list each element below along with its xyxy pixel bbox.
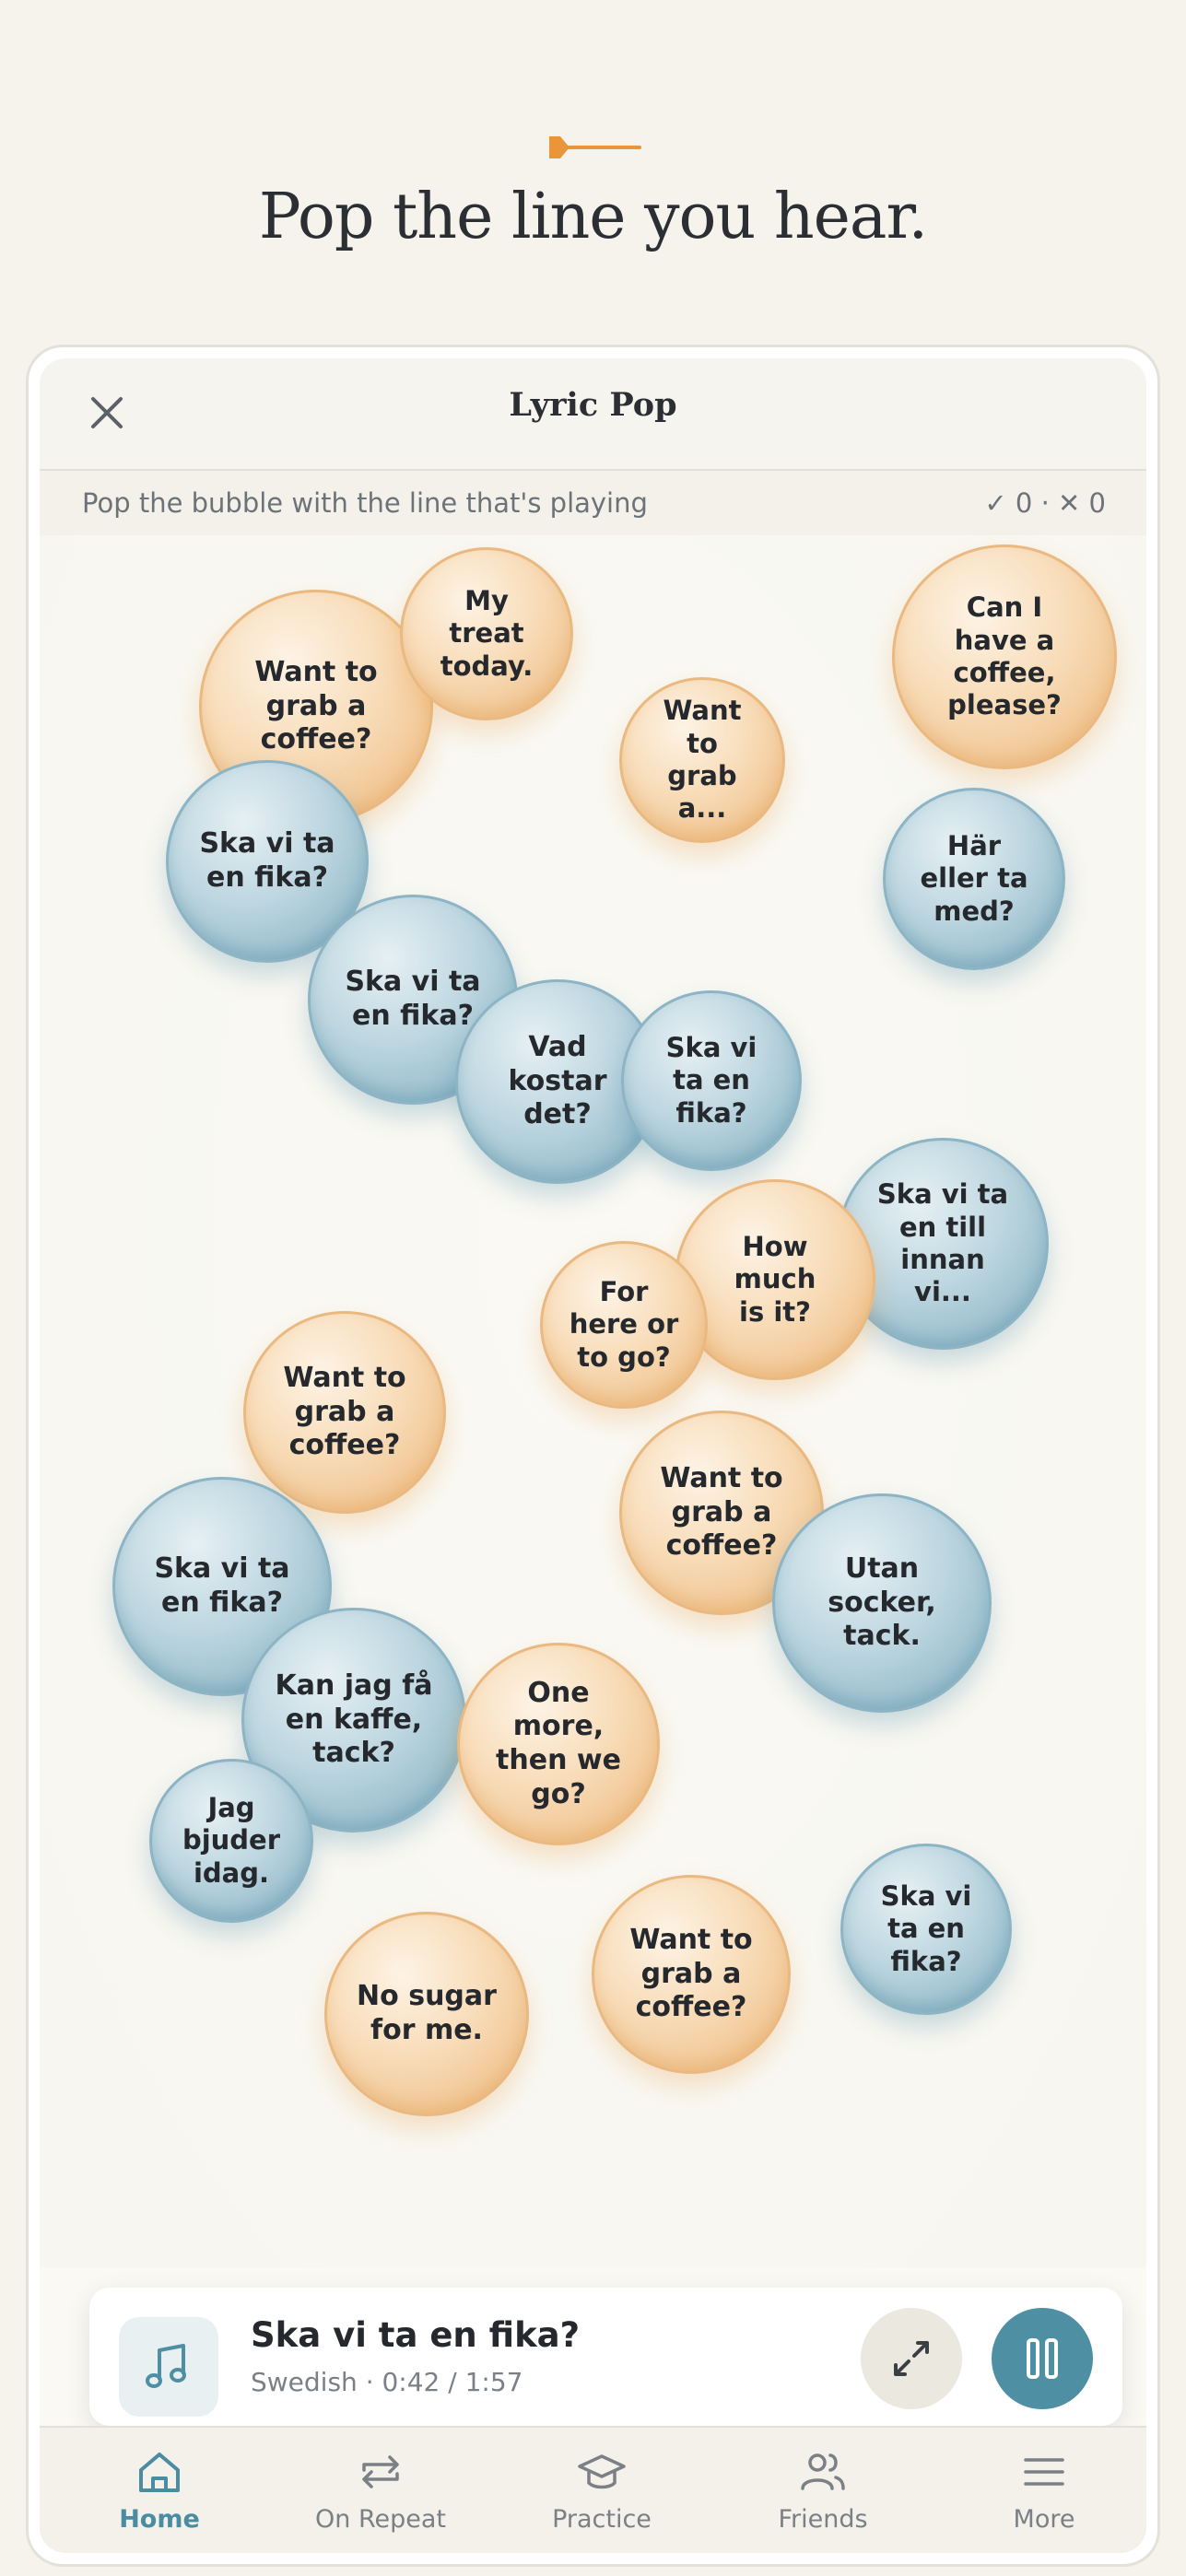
bubble-label: Här eller ta med? — [920, 829, 1028, 927]
bubble-label: Utan socker, tack. — [828, 1552, 936, 1653]
tab-label: Practice — [552, 2505, 652, 2534]
instruction-bar: Pop the bubble with the line that's play… — [40, 471, 1146, 535]
bubble-label: Want to grab a coffee? — [629, 1924, 753, 2024]
tab-label: Friends — [778, 2505, 868, 2534]
bubble-label: Vad kostar det? — [508, 1031, 607, 1131]
lyric-bubble[interactable]: Want to grab a coffee? — [243, 1311, 446, 1514]
tab-label: More — [1013, 2505, 1075, 2534]
tab-label: On Repeat — [315, 2505, 446, 2534]
bottom-tab-bar: Home On Repeat Practice Friends More — [40, 2426, 1146, 2553]
tab-practice[interactable]: Practice — [510, 2444, 694, 2534]
home-icon — [139, 2453, 180, 2492]
app-screen: Lyric Pop Pop the bubble with the line t… — [40, 358, 1146, 2553]
bubble-label: Ska vi ta en fika? — [665, 1031, 757, 1129]
lyric-bubble[interactable]: Want to grab a... — [619, 677, 785, 843]
lyric-bubble[interactable]: No sugar for me. — [324, 1912, 529, 2116]
tab-on-repeat[interactable]: On Repeat — [288, 2444, 473, 2534]
now-playing-card[interactable]: Ska vi ta en fika? Swedish · 0:42 / 1:57 — [89, 2288, 1122, 2426]
tab-friends[interactable]: Friends — [731, 2444, 915, 2534]
lyric-bubble[interactable]: Här eller ta med? — [883, 788, 1065, 970]
pause-icon — [1027, 2338, 1058, 2379]
lyric-bubble[interactable]: Want to grab a coffee? — [592, 1875, 791, 2074]
tab-home[interactable]: Home — [67, 2444, 252, 2534]
game-title: Lyric Pop — [509, 386, 677, 424]
graduation-cap-icon — [578, 2454, 626, 2489]
lyric-bubble[interactable]: Ska vi ta en fika? — [621, 990, 802, 1171]
lyric-bubble[interactable]: Utan socker, tack. — [772, 1493, 992, 1713]
bubble-label: One more, then we go? — [496, 1676, 621, 1810]
repeat-icon — [362, 2455, 399, 2488]
menu-icon — [1024, 2458, 1064, 2486]
bubble-label: Want to grab a coffee? — [283, 1362, 406, 1462]
expand-button[interactable] — [861, 2308, 962, 2409]
bubble-label: No sugar for me. — [357, 1980, 497, 2046]
play-line-icon — [549, 136, 641, 158]
bubble-label: Ska vi ta en fika? — [154, 1552, 290, 1619]
lyric-bubble[interactable]: One more, then we go? — [457, 1643, 660, 1845]
lyric-bubble[interactable]: How much is it? — [675, 1179, 875, 1380]
lyric-bubble[interactable]: Can I have a coffee, please? — [892, 544, 1117, 769]
bubble-label: Want to grab a coffee? — [660, 1462, 783, 1563]
bubble-label: Ska vi ta en fika? — [345, 966, 481, 1032]
lyric-bubble[interactable]: Jag bjuder idag. — [149, 1759, 313, 1923]
score-counter: ✓ 0 · ✕ 0 — [984, 487, 1106, 519]
bubble-label: Kan jag få en kaffe, tack? — [275, 1669, 433, 1770]
bubble-field: Want to grab a coffee? My treat today. Can… — [40, 535, 1146, 2267]
track-meta: Swedish · 0:42 / 1:57 — [251, 2367, 523, 2397]
music-note-icon — [146, 2344, 186, 2388]
bubble-label: For here or to go? — [569, 1275, 679, 1373]
instruction-text: Pop the bubble with the line that's play… — [82, 487, 648, 519]
track-artwork — [119, 2317, 218, 2417]
bubble-label: How much is it? — [734, 1230, 816, 1328]
headline: Pop the line you hear. — [258, 181, 928, 253]
tab-more[interactable]: More — [952, 2444, 1136, 2534]
tab-label: Home — [119, 2505, 200, 2534]
track-title: Ska vi ta en fika? — [251, 2315, 581, 2355]
phone-frame: Lyric Pop Pop the bubble with the line t… — [26, 345, 1160, 2567]
game-header: Lyric Pop — [40, 358, 1146, 471]
bubble-label: Ska vi ta en fika? — [199, 827, 335, 894]
lyric-bubble[interactable]: My treat today. — [400, 547, 573, 720]
bubble-label: Jag bjuder idag. — [182, 1791, 281, 1889]
expand-icon — [894, 2341, 929, 2376]
friends-icon — [801, 2453, 845, 2490]
bubble-label: My treat today. — [440, 584, 534, 682]
lyric-bubble[interactable]: Ska vi ta en fika? — [840, 1844, 1012, 2015]
lyric-bubble[interactable]: For here or to go? — [540, 1241, 708, 1409]
bubble-label: Want to grab a... — [663, 695, 742, 825]
bubble-label: Can I have a coffee, please? — [947, 591, 1062, 721]
bubble-label: Ska vi ta en fika? — [880, 1879, 972, 1977]
bubble-label: Ska vi ta en till innan vi... — [876, 1178, 1009, 1308]
pause-button[interactable] — [992, 2308, 1093, 2409]
bubble-label: Want to grab a coffee? — [254, 656, 378, 756]
